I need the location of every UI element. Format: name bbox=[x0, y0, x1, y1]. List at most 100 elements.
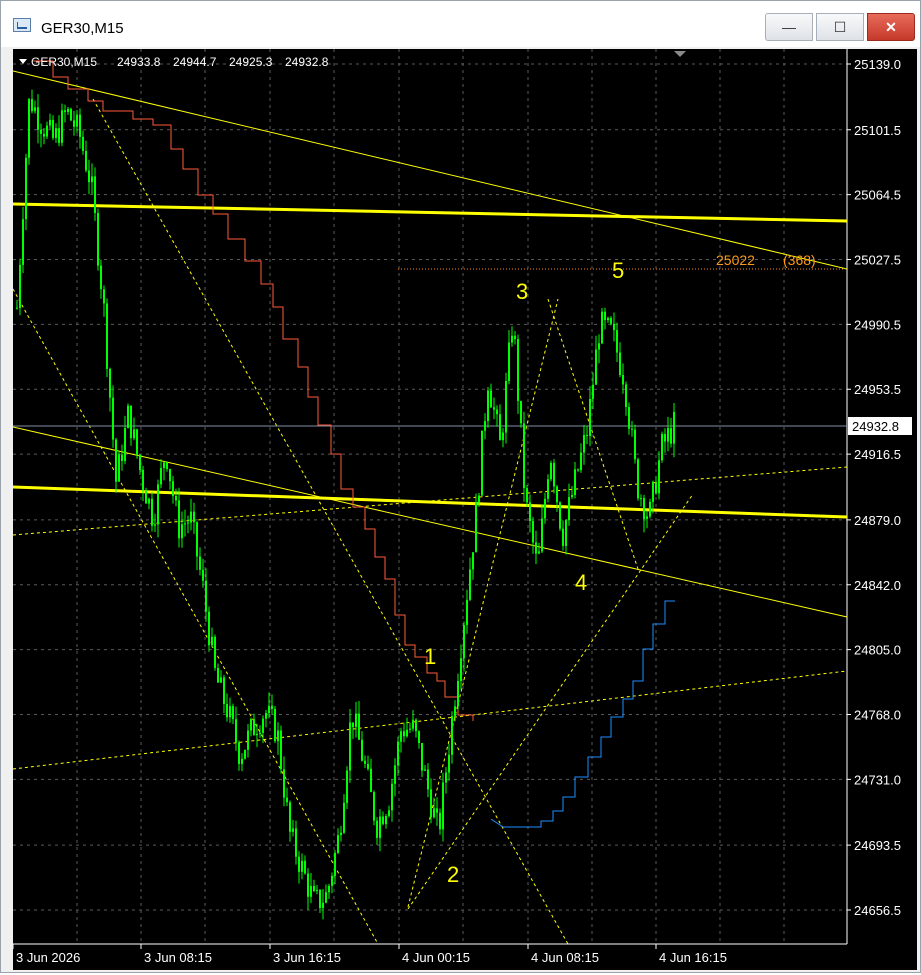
candle-body bbox=[409, 728, 411, 730]
candle-body bbox=[52, 119, 54, 138]
candle-body bbox=[388, 810, 390, 817]
candle-body bbox=[484, 421, 486, 431]
candle-body bbox=[352, 722, 354, 728]
candle-body bbox=[61, 110, 63, 143]
candle-body bbox=[574, 469, 576, 496]
price-chart[interactable]: 1 2 3 4 5 25022 (368) GER30,M15 24933.8 … bbox=[12, 49, 917, 970]
resistance-line[interactable] bbox=[12, 202, 848, 223]
maximize-button[interactable]: ☐ bbox=[816, 13, 864, 41]
candle-body bbox=[583, 435, 585, 453]
candle-body bbox=[361, 739, 363, 761]
candle-body bbox=[235, 719, 237, 743]
candle-body bbox=[520, 400, 522, 424]
candle-body bbox=[190, 511, 192, 523]
upper-channel-line[interactable] bbox=[12, 70, 848, 270]
price-tick-label: 24656.5 bbox=[854, 903, 901, 918]
candle-body bbox=[517, 339, 519, 401]
candle-body bbox=[127, 405, 129, 429]
candle-body bbox=[397, 741, 399, 766]
candle-body bbox=[265, 713, 267, 719]
candle-body bbox=[157, 484, 159, 525]
candle-body bbox=[538, 551, 540, 554]
candle-body bbox=[64, 110, 66, 112]
candle-body bbox=[148, 498, 150, 504]
candle-body bbox=[610, 317, 612, 324]
title-bar[interactable]: GER30,M15 — ☐ ✕ bbox=[1, 1, 920, 47]
chart-info-open: 24933.8 bbox=[117, 55, 161, 69]
candle-body bbox=[346, 770, 348, 803]
wave-label-3: 3 bbox=[516, 279, 528, 304]
support-line[interactable] bbox=[12, 485, 848, 519]
candle-body bbox=[109, 368, 111, 398]
candle-body bbox=[160, 468, 162, 485]
candle-body bbox=[31, 99, 33, 112]
candle-body bbox=[259, 732, 261, 734]
dotted-line-d bbox=[92, 98, 569, 945]
candle-body bbox=[511, 335, 513, 343]
candle-body bbox=[97, 213, 99, 266]
wave-label-2: 2 bbox=[447, 862, 459, 887]
candle-body bbox=[355, 713, 357, 728]
candle-body bbox=[637, 459, 639, 499]
chart-info-low: 24925.3 bbox=[229, 55, 273, 69]
candle-body bbox=[358, 713, 360, 740]
candle-body bbox=[106, 303, 108, 369]
chart-info-close: 24932.8 bbox=[285, 55, 329, 69]
candle-body bbox=[274, 708, 276, 742]
minimize-button[interactable]: — bbox=[765, 13, 813, 41]
candle-body bbox=[541, 518, 543, 552]
candle-body bbox=[241, 758, 243, 764]
candle-body bbox=[568, 497, 570, 521]
time-tick-label: 3 Jun 08:15 bbox=[144, 950, 212, 965]
triangle-marker-icon[interactable] bbox=[674, 51, 686, 57]
candle-body bbox=[304, 860, 306, 874]
lower-channel-line[interactable] bbox=[12, 426, 848, 618]
candle-body bbox=[472, 552, 474, 570]
candle-body bbox=[625, 384, 627, 407]
candle-body bbox=[103, 289, 105, 304]
candle-body bbox=[40, 129, 42, 134]
price-tick-label: 24916.5 bbox=[854, 447, 901, 462]
candle-body bbox=[94, 176, 96, 214]
candle-body bbox=[67, 108, 69, 112]
candle-body bbox=[145, 490, 147, 504]
candle-body bbox=[223, 677, 225, 704]
close-button[interactable]: ✕ bbox=[867, 13, 915, 41]
candle-body bbox=[499, 414, 501, 441]
candle-body bbox=[493, 407, 495, 410]
candle-body bbox=[616, 330, 618, 353]
candle-body bbox=[652, 481, 654, 502]
candle-body bbox=[295, 828, 297, 857]
candle-body bbox=[556, 486, 558, 503]
candle-body bbox=[430, 789, 432, 818]
candle-body bbox=[466, 599, 468, 626]
candle-body bbox=[22, 219, 24, 265]
candle-body bbox=[640, 498, 642, 500]
chart-area[interactable]: 1 2 3 4 5 25022 (368) GER30,M15 24933.8 … bbox=[12, 49, 917, 970]
candle-body bbox=[454, 706, 456, 717]
dotted-line-g bbox=[547, 298, 639, 570]
candle-body bbox=[502, 432, 504, 441]
candle-body bbox=[418, 731, 420, 743]
candle-body bbox=[250, 719, 252, 731]
wave-label-4: 4 bbox=[575, 570, 587, 595]
price-tick-label: 25101.5 bbox=[854, 123, 901, 138]
candle-body bbox=[664, 433, 666, 442]
candle-body bbox=[328, 885, 330, 893]
candle-body bbox=[238, 742, 240, 764]
candle-body bbox=[667, 428, 669, 442]
candle-body bbox=[634, 429, 636, 460]
candle-body bbox=[496, 409, 498, 415]
candle-body bbox=[25, 157, 27, 220]
candle-body bbox=[79, 114, 81, 137]
candle-body bbox=[382, 816, 384, 825]
candle-body bbox=[46, 125, 48, 137]
candle-body bbox=[253, 719, 255, 736]
time-tick-label: 3 Jun 16:15 bbox=[273, 950, 341, 965]
candle-body bbox=[451, 716, 453, 755]
candle-body bbox=[268, 705, 270, 714]
candle-body bbox=[385, 816, 387, 825]
triangle-down-icon[interactable] bbox=[19, 59, 27, 64]
time-tick-label: 4 Jun 00:15 bbox=[402, 950, 470, 965]
candle-body bbox=[214, 636, 216, 668]
